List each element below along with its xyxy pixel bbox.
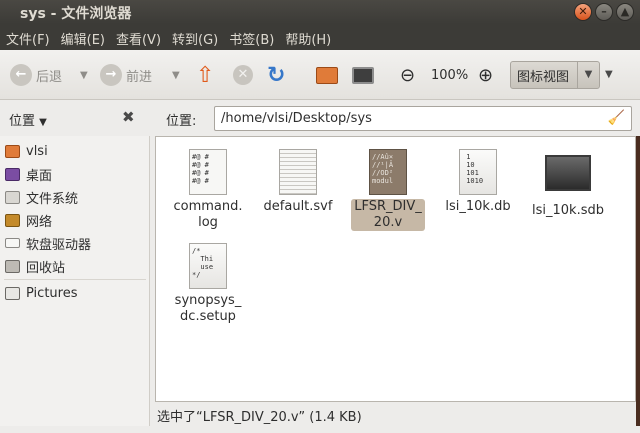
file-name: lsi_10k.db (445, 199, 511, 214)
close-window-button[interactable]: ✕ (574, 3, 592, 21)
file-item[interactable]: /* Thi use */ synopsys_ dc.setup (168, 243, 248, 325)
reload-icon: ↻ (267, 62, 286, 88)
binary-file-icon: 1 10 101 1010 (459, 149, 497, 195)
back-label: 后退 (36, 69, 63, 85)
forward-arrow-icon: → (100, 64, 122, 86)
file-name: command. log (173, 199, 243, 230)
location-path: /home/vlsi/Desktop/sys (221, 111, 372, 126)
menu-bar: 文件(F) 编辑(E) 查看(V) 转到(G) 书签(B) 帮助(H) (0, 24, 640, 50)
menu-go[interactable]: 转到(G) (172, 24, 223, 50)
sidebar-places-dropdown[interactable]: 位置 ▼ (9, 110, 47, 129)
up-button[interactable]: ⇧ (196, 62, 215, 88)
zoom-level[interactable]: 100% (431, 63, 468, 87)
file-name: LFSR_DIV_ 20.v (351, 199, 425, 231)
forward-history-dropdown[interactable]: ▼ (172, 63, 180, 87)
status-bar: 选中了“LFSR_DIV_20.v” (1.4 KB) (155, 402, 636, 426)
sidebar-item-pictures[interactable]: Pictures (5, 283, 77, 303)
file-item[interactable]: default.svf (258, 149, 338, 215)
filesystem-icon (5, 190, 20, 204)
window-bottom-edge (0, 426, 640, 433)
sidebar-item-floppy[interactable]: 软盘驱动器 (5, 233, 91, 253)
back-arrow-icon: ← (10, 64, 32, 86)
network-icon (5, 213, 20, 227)
location-input[interactable]: /home/vlsi/Desktop/sys 🧹 (214, 106, 632, 131)
location-label: 位置: (166, 114, 197, 129)
file-item[interactable]: 1 10 101 1010 lsi_10k.db (438, 149, 518, 215)
unknown-file-icon (545, 155, 591, 191)
file-name: default.svf (263, 199, 333, 214)
document-file-icon (279, 149, 317, 195)
zoom-in-button[interactable]: ⊕ (478, 63, 493, 87)
sidebar-item-desktop[interactable]: 桌面 (5, 164, 52, 184)
file-item-selected[interactable]: //Aû× //¹|Â //OD² modul LFSR_DIV_ 20.v (348, 149, 428, 231)
back-button[interactable]: ← 后退 (10, 63, 62, 87)
floppy-icon (5, 238, 20, 248)
menu-help[interactable]: 帮助(H) (285, 24, 336, 50)
up-arrow-icon: ⇧ (196, 62, 215, 88)
zoom-out-button[interactable]: ⊖ (400, 63, 415, 87)
desktop-icon (5, 167, 20, 181)
file-item[interactable]: #@ # #@ # #@ # #@ # command. log (168, 149, 248, 231)
menu-view[interactable]: 查看(V) (116, 24, 166, 50)
maximize-window-button[interactable]: ▲ (616, 3, 634, 21)
zoom-in-icon: ⊕ (478, 64, 494, 86)
home-folder-icon (5, 144, 20, 158)
stop-icon: ✕ (233, 65, 253, 85)
sidebar-divider (4, 279, 146, 280)
reload-button[interactable]: ↻ (267, 62, 286, 88)
computer-button[interactable] (352, 63, 374, 87)
view-mode-label: 图标视图 (517, 69, 570, 85)
menu-file[interactable]: 文件(F) (6, 24, 55, 50)
file-item[interactable]: lsi_10k.sdb (528, 149, 608, 219)
home-button[interactable] (316, 63, 338, 87)
file-view[interactable]: #@ # #@ # #@ # #@ # command. log default… (155, 136, 636, 402)
chevron-down-icon: ▼ (577, 62, 599, 88)
menu-edit[interactable]: 编辑(E) (61, 24, 110, 50)
forward-label: 前进 (126, 69, 153, 85)
forward-button[interactable]: → 前进 (100, 63, 152, 87)
trash-icon (5, 259, 20, 273)
toolbar: ← 后退 ▼ → 前进 ▼ ⇧ ✕ ↻ ⊖ 100% ⊕ 图标视图 ▼ ▼ (0, 50, 640, 100)
source-file-icon: //Aû× //¹|Â //OD² modul (369, 149, 407, 195)
file-name: lsi_10k.sdb (532, 203, 604, 218)
pictures-folder-icon (5, 286, 20, 300)
view-mode-select[interactable]: 图标视图 ▼ (510, 61, 600, 89)
text-file-icon: #@ # #@ # #@ # #@ # (189, 149, 227, 195)
toolbar-overflow-dropdown[interactable]: ▼ (605, 69, 613, 80)
stop-button[interactable]: ✕ (233, 63, 253, 87)
title-bar: sys - 文件浏览器 ✕ – ▲ (0, 0, 640, 24)
sidebar-item-network[interactable]: 网络 (5, 210, 52, 230)
sidebar-item-vlsi[interactable]: vlsi (5, 141, 48, 161)
location-bar: 位置 ▼ ✖ 位置: /home/vlsi/Desktop/sys 🧹 (0, 100, 640, 136)
home-folder-icon (316, 66, 338, 84)
zoom-out-icon: ⊖ (400, 64, 416, 86)
file-name: synopsys_ dc.setup (174, 293, 242, 324)
computer-icon (352, 66, 374, 84)
minimize-window-button[interactable]: – (595, 3, 613, 21)
close-sidebar-icon[interactable]: ✖ (122, 108, 135, 126)
text-file-icon: /* Thi use */ (189, 243, 227, 289)
back-history-dropdown[interactable]: ▼ (80, 63, 88, 87)
sidebar-item-trash[interactable]: 回收站 (5, 256, 65, 276)
sidebar: vlsi 桌面 文件系统 网络 软盘驱动器 回收站 Pictures (0, 136, 150, 433)
window-controls: ✕ – ▲ (574, 3, 634, 21)
clear-location-icon[interactable]: 🧹 (608, 110, 625, 126)
menu-bookmarks[interactable]: 书签(B) (229, 24, 279, 50)
window-title: sys - 文件浏览器 (20, 6, 132, 22)
sidebar-item-filesystem[interactable]: 文件系统 (5, 187, 78, 207)
